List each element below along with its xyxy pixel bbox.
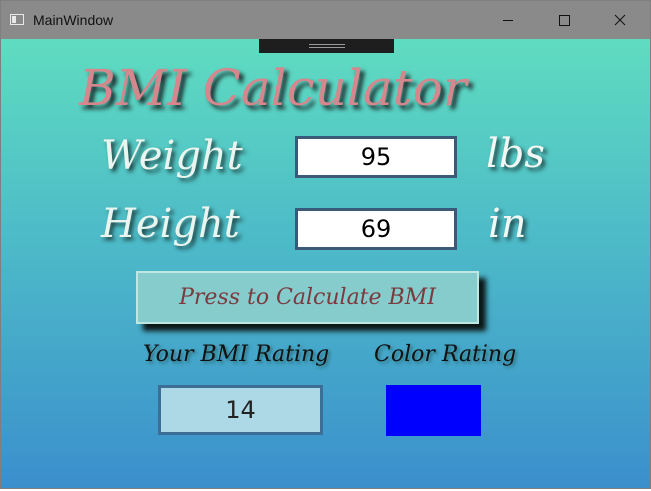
grip-line-icon: [309, 44, 345, 45]
close-button[interactable]: [597, 1, 643, 39]
height-label: Height: [101, 201, 240, 247]
main-window: MainWindow BMI Calculator Weight 95 lbs: [0, 0, 651, 489]
height-unit-label: in: [488, 201, 527, 247]
maximize-button[interactable]: [541, 1, 587, 39]
calculate-bmi-button[interactable]: Press to Calculate BMI: [136, 271, 479, 324]
client-area: BMI Calculator Weight 95 lbs Height 69 i…: [1, 39, 650, 488]
app-window-icon: [10, 14, 24, 25]
color-rating-swatch: [386, 385, 481, 436]
minimize-button[interactable]: [485, 1, 531, 39]
close-icon: [614, 14, 626, 26]
title-bar[interactable]: MainWindow: [1, 1, 650, 39]
minimize-icon: [503, 20, 513, 21]
grip-line-icon: [309, 47, 345, 48]
weight-label: Weight: [101, 133, 243, 179]
height-input[interactable]: 69: [295, 208, 457, 250]
weight-unit-label: lbs: [486, 131, 545, 177]
maximize-icon: [559, 15, 570, 26]
debug-toolbar-grip[interactable]: [259, 39, 394, 53]
bmi-rating-label: Your BMI Rating: [143, 342, 330, 367]
weight-input[interactable]: 95: [295, 136, 457, 178]
color-rating-label: Color Rating: [374, 342, 517, 367]
bmi-rating-output: 14: [158, 385, 323, 435]
window-title: MainWindow: [33, 12, 114, 28]
app-title: BMI Calculator: [79, 59, 467, 117]
